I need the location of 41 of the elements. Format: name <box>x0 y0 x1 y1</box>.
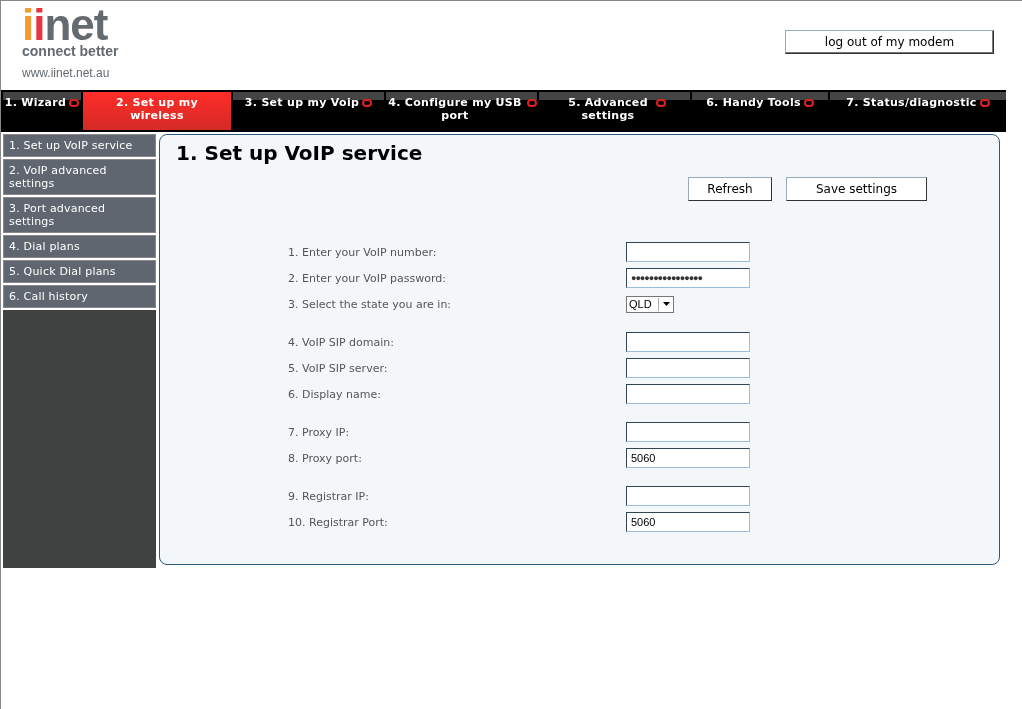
action-button[interactable]: Refresh <box>688 177 772 201</box>
page-title: 1. Set up VoIP service <box>176 141 423 165</box>
field-label: 6. Display name: <box>288 387 382 401</box>
field-label: 10. Registrar Port: <box>288 515 389 529</box>
field-label: 5. VoIP SIP server: <box>288 361 389 375</box>
field-label: 1. Enter your VoIP number: <box>288 245 438 259</box>
field-label: 8. Proxy port: <box>288 451 363 465</box>
dropdown-arrow-icon <box>662 302 670 306</box>
input-field[interactable]: 5060 <box>626 448 750 468</box>
input-field[interactable] <box>626 422 750 442</box>
input-field[interactable] <box>626 486 750 506</box>
logout-button[interactable]: log out of my modem <box>785 30 994 54</box>
input-field[interactable] <box>626 332 750 352</box>
nav-tab[interactable]: 2. Set up my wireless <box>83 92 231 130</box>
input-field[interactable] <box>626 384 750 404</box>
state-dropdown[interactable]: QLD <box>626 295 674 313</box>
sidebar-item[interactable]: 2. VoIP advanced settings <box>3 159 156 195</box>
field-label: 3. Select the state you are in: <box>288 297 453 311</box>
sidebar-item[interactable]: 3. Port advanced settings <box>3 197 156 233</box>
sidebar-item[interactable]: 4. Dial plans <box>3 235 156 258</box>
input-field[interactable] <box>626 242 750 262</box>
ring-icon <box>362 99 373 107</box>
ring-icon <box>69 99 80 107</box>
field-label: 2. Enter your VoIP password: <box>288 271 447 285</box>
field-label: 4. VoIP SIP domain: <box>288 335 396 349</box>
logo-wordmark: iinet <box>22 7 108 43</box>
input-field[interactable]: 5060 <box>626 512 750 532</box>
action-button[interactable]: Save settings <box>786 177 927 201</box>
site-url: www.iinet.net.au <box>22 66 110 80</box>
field-label: 9. Registrar IP: <box>288 489 370 503</box>
sidebar-item[interactable]: 1. Set up VoIP service <box>3 134 156 157</box>
sidebar-item[interactable]: 6. Call history <box>3 285 156 308</box>
logo-tagline: connect better <box>22 43 119 59</box>
ring-icon <box>979 99 990 107</box>
input-field[interactable] <box>626 358 750 378</box>
password-field[interactable]: ●●●●●●●●●●●●●●●● <box>626 268 750 288</box>
sidebar-item[interactable]: 5. Quick Dial plans <box>3 260 156 283</box>
field-label: 7. Proxy IP: <box>288 425 351 439</box>
ring-icon <box>803 99 814 107</box>
ring-icon <box>527 99 537 107</box>
ring-icon <box>656 99 666 107</box>
